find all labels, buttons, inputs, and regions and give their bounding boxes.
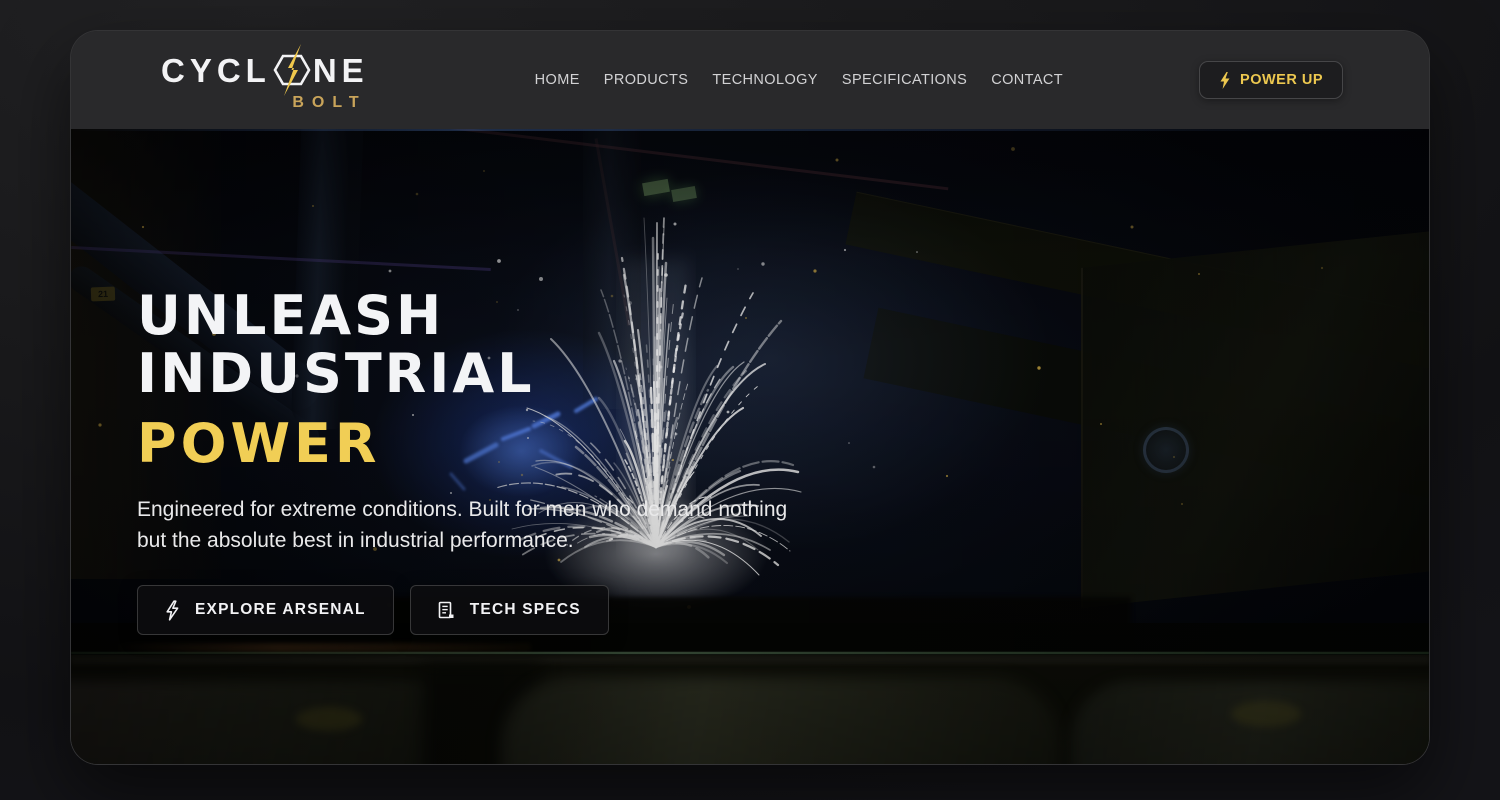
hero-description-line1: Engineered for extreme conditions. Built… [137,498,787,521]
nav-item-products[interactable]: PRODUCTS [604,72,689,88]
hero-title-accent: POWER [137,412,917,475]
nav-item-specifications[interactable]: SPECIFICATIONS [842,72,967,88]
hero-description-line2: but the absolute best in industrial perf… [137,529,574,552]
hero-title-line1: UNLEASH [137,287,917,345]
logo-subtitle: BOLT [161,94,369,112]
tech-specs-label: TECH SPECS [470,601,581,619]
bolt-icon [1219,72,1231,89]
page-background: { "brand": { "name_left": "CYCL", "name_… [0,0,1500,800]
logo-text-right: NE [313,52,369,90]
power-up-label: POWER UP [1240,72,1323,88]
site-card: CYCL NE BOLT HOME PRODUCTS TECHNOLOGY SP… [70,30,1430,765]
hero-description: Engineered for extreme conditions. Built… [137,494,917,556]
bolt-icon [165,600,180,621]
logo-text-left: CYCL [161,52,271,90]
hero-section: 21 [71,129,1429,765]
nav-item-technology[interactable]: TECHNOLOGY [712,72,818,88]
explore-arsenal-label: EXPLORE ARSENAL [195,601,366,619]
nav-item-home[interactable]: HOME [535,72,580,88]
power-up-button[interactable]: POWER UP [1199,61,1343,99]
hexagon-bolt-icon [274,48,310,92]
brand-logo-row: CYCL NE [161,49,369,93]
site-header: CYCL NE BOLT HOME PRODUCTS TECHNOLOGY SP… [71,31,1429,129]
main-nav: HOME PRODUCTS TECHNOLOGY SPECIFICATIONS … [505,72,1063,88]
tech-specs-button[interactable]: TECH SPECS [410,585,609,635]
hero-title-line2: INDUSTRIAL [137,345,917,403]
spec-sheet-icon [438,601,455,620]
explore-arsenal-button[interactable]: EXPLORE ARSENAL [137,585,394,635]
hero-title: UNLEASH INDUSTRIAL [137,287,917,403]
brand-logo[interactable]: CYCL NE BOLT [161,49,369,112]
hero-content: UNLEASH INDUSTRIAL POWER Engineered for … [137,287,917,635]
hero-button-row: EXPLORE ARSENAL TECH SPECS [137,585,917,635]
nav-item-contact[interactable]: CONTACT [991,72,1063,88]
